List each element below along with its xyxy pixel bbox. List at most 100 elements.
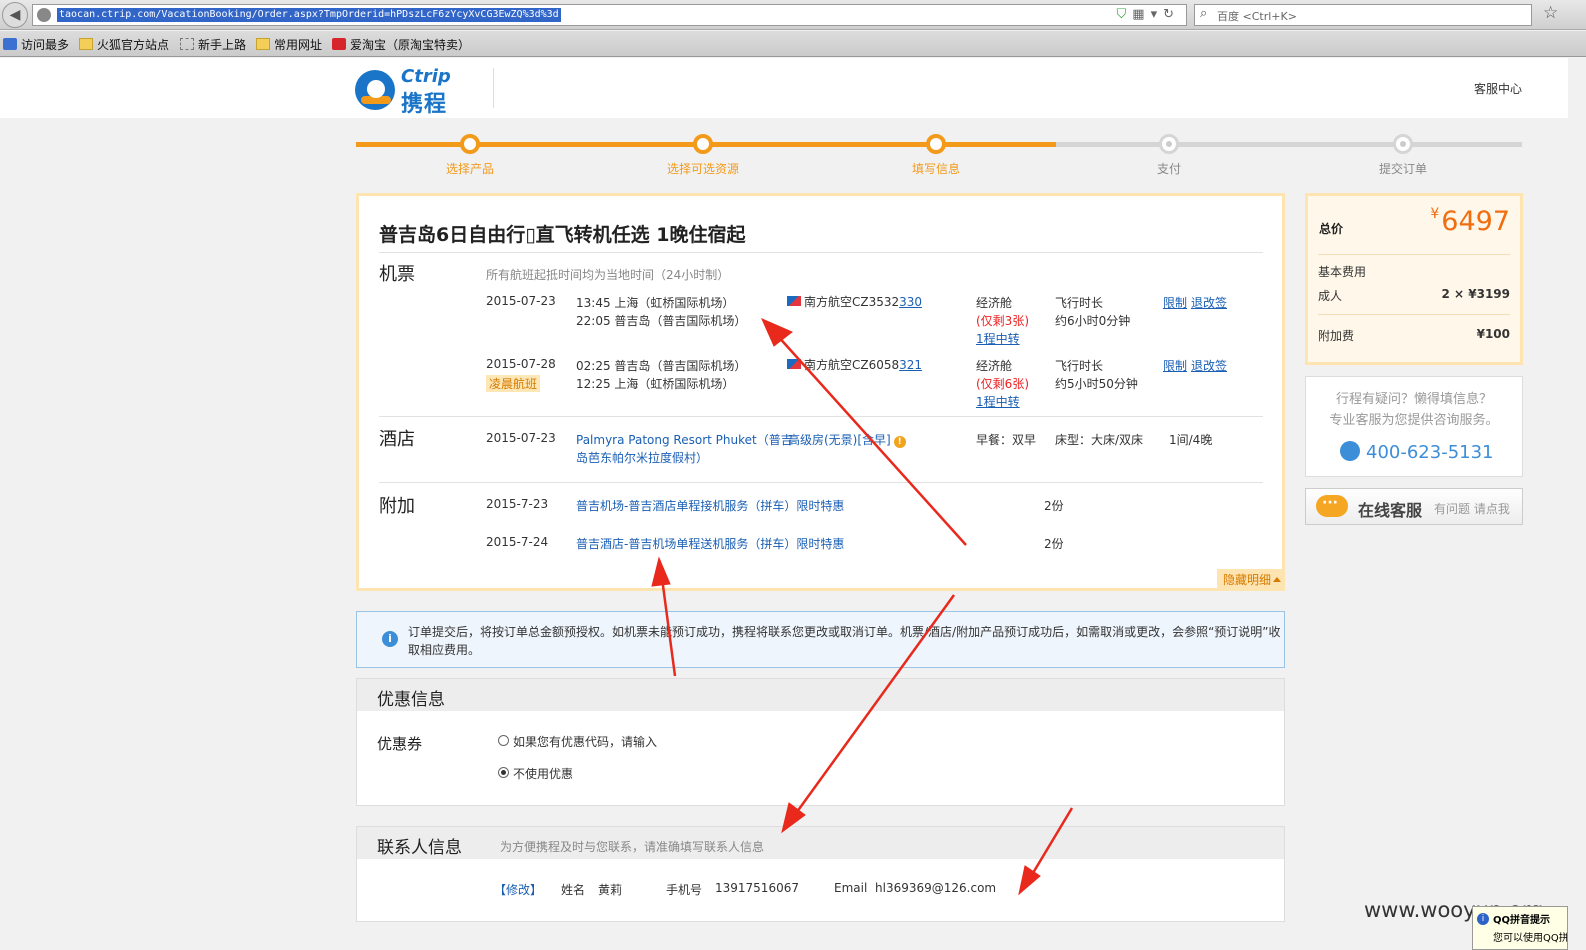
- restriction-link[interactable]: 限制: [1163, 357, 1187, 374]
- extras-section-label: 附加: [379, 496, 415, 517]
- no-coupon-radio[interactable]: [498, 767, 509, 778]
- divider: [379, 252, 1263, 253]
- bookmark-label: 火狐官方站点: [97, 38, 170, 52]
- step-select-product: 选择产品: [410, 134, 530, 177]
- bookmark-item-aitaobao[interactable]: 爱淘宝（原淘宝特卖）: [332, 36, 470, 53]
- help-box: 行程有疑问？懒得填信息？ 专业客服为您提供咨询服务。 400-623-5131: [1305, 376, 1523, 477]
- extra-service-link[interactable]: 普吉酒店-普吉机场单程送机服务（拼车）限时特惠: [576, 535, 844, 552]
- bookmark-item-firefox[interactable]: 火狐官方站点: [79, 36, 169, 53]
- coupon-panel: 优惠信息 优惠券 如果您有优惠代码，请输入 不使用优惠: [356, 678, 1285, 806]
- coupon-label: 优惠券: [377, 735, 423, 753]
- divider: [1318, 314, 1510, 315]
- aircraft-type-link[interactable]: 321: [899, 358, 922, 372]
- refund-change-link[interactable]: 退改签: [1191, 294, 1227, 311]
- step-dot: [693, 134, 713, 154]
- logo-cn: 携程: [401, 92, 448, 117]
- breakfast-info: 早餐：双早: [976, 433, 1037, 447]
- cabin-class: 经济舱: [976, 296, 1013, 310]
- restriction-link[interactable]: 限制: [1163, 294, 1187, 311]
- site-globe-icon: [37, 8, 51, 22]
- step-label: 提交订单: [1378, 162, 1427, 176]
- hotline-number: 400-623-5131: [1366, 442, 1494, 463]
- booking-progress: 选择产品 选择可选资源 填写信息 支付 提交订单: [356, 134, 1522, 177]
- notice-text: 订单提交后，将按订单总金额预授权。如机票未能预订成功，携程将联系您更改或取消订单…: [408, 625, 1281, 657]
- flight-time-note: 所有航班起抵时间均为当地时间（24小时制）: [486, 268, 730, 282]
- help-line: 专业客服为您提供咨询服务。: [1329, 413, 1499, 428]
- chat-bubble-icon: [1316, 495, 1348, 517]
- back-arrow-icon[interactable]: ◀: [2, 2, 28, 28]
- service-center-link[interactable]: 客服中心: [1474, 80, 1522, 97]
- room-type[interactable]: 高级房(无景)[含早]!: [788, 431, 906, 448]
- bookmark-item-common-sites[interactable]: 常用网址: [256, 36, 322, 53]
- dropdown-arrow-icon[interactable]: ▾: [1151, 7, 1164, 22]
- flight-departure: 13:45 上海（虹桥国际机场）: [576, 296, 735, 310]
- folder-icon: [256, 38, 270, 50]
- ime-title: QQ拼音提示: [1493, 915, 1551, 926]
- total-price-value: 6497: [1441, 206, 1510, 237]
- bookmark-label: 爱淘宝（原淘宝特卖）: [350, 38, 471, 52]
- hotline: 400-623-5131: [1340, 441, 1494, 463]
- step-label: 选择可选资源: [666, 162, 739, 176]
- flight-departure: 02:25 普吉岛（普吉国际机场）: [576, 359, 747, 373]
- online-service-sub: 有问题 请点我: [1434, 502, 1510, 516]
- bookmark-item-frequent[interactable]: 访问最多: [3, 36, 69, 53]
- divider: [1318, 254, 1510, 255]
- folder-icon: [79, 38, 93, 50]
- aircraft-type-link[interactable]: 330: [899, 295, 922, 309]
- divider: [379, 482, 1263, 483]
- hotel-name-link[interactable]: Palmyra Patong Resort Phuket（普吉: [576, 431, 793, 448]
- extra-date: 2015-7-24: [486, 535, 549, 549]
- china-southern-icon: [787, 296, 801, 306]
- package-title: 普吉岛6日自由行▯直飞转机任选 1晚住宿起: [379, 224, 746, 246]
- step-dot: [1159, 134, 1179, 154]
- shield-icon[interactable]: ⛉: [1117, 7, 1133, 22]
- browser-search-box[interactable]: ⌕ 百度 <Ctrl+K>: [1194, 4, 1532, 26]
- step-select-resources: 选择可选资源: [643, 134, 763, 177]
- coupon-code-option[interactable]: 如果您有优惠代码，请输入: [513, 733, 657, 750]
- flight-duration: 约5小时50分钟: [1055, 377, 1138, 391]
- ime-tooltip[interactable]: i QQ拼音提示 您可以使用QQ拼: [1472, 906, 1568, 950]
- bookmark-label: 常用网址: [274, 38, 323, 52]
- contact-phone: 13917516067: [715, 881, 799, 895]
- url-text[interactable]: taocan.ctrip.com/VacationBooking/Order.a…: [57, 8, 561, 22]
- bookmark-star-icon[interactable]: ☆: [1543, 3, 1558, 23]
- flight-date: 2015-07-28: [486, 357, 556, 371]
- ctrip-logo[interactable]: Ctrip 携程: [355, 64, 473, 117]
- transfer-link[interactable]: 1程中转: [976, 330, 1020, 347]
- step-submit-order: 提交订单: [1343, 134, 1463, 177]
- help-text: 行程有疑问？懒得填信息？ 专业客服为您提供咨询服务。: [1306, 389, 1522, 431]
- flight-duration: 约6小时0分钟: [1055, 314, 1131, 328]
- edit-contact-link[interactable]: 【修改】: [494, 881, 542, 898]
- preauth-notice: i 订单提交后，将按订单总金额预授权。如机票未能预订成功，携程将联系您更改或取消…: [356, 611, 1285, 668]
- hide-details-button[interactable]: 隐藏明细: [1216, 569, 1285, 591]
- search-icon: ⌕: [1200, 6, 1208, 21]
- online-service-button[interactable]: 在线客服 有问题 请点我: [1305, 488, 1523, 525]
- transfer-link[interactable]: 1程中转: [976, 393, 1020, 410]
- adult-label: 成人: [1318, 289, 1343, 303]
- bookmark-item-getting-started[interactable]: 新手上路: [180, 36, 246, 53]
- qr-code-icon[interactable]: ▦: [1132, 7, 1150, 22]
- adult-price: 2 × ¥3199: [1441, 287, 1510, 301]
- phone-icon: [1340, 441, 1360, 461]
- contact-panel: 联系人信息 为方便携程及时与您联系，请准确填写联系人信息 【修改】 姓名 黄莉 …: [356, 826, 1285, 922]
- extra-quantity: 2份: [1044, 537, 1064, 551]
- reload-icon[interactable]: ↻: [1163, 7, 1180, 22]
- extra-service-link[interactable]: 普吉机场-普吉酒店单程接机服务（拼车）限时特惠: [576, 497, 844, 514]
- divider: [379, 416, 1263, 417]
- hotel-section-label: 酒店: [379, 429, 415, 450]
- step-payment: 支付: [1109, 134, 1229, 177]
- frequent-icon: [3, 38, 17, 50]
- address-bar[interactable]: taocan.ctrip.com/VacationBooking/Order.a…: [32, 4, 1187, 26]
- refund-change-link[interactable]: 退改签: [1191, 357, 1227, 374]
- hotel-name-link-line2[interactable]: 岛芭东帕尔米拉度假村）: [576, 449, 708, 466]
- no-coupon-option[interactable]: 不使用优惠: [513, 765, 573, 782]
- info-warning-icon[interactable]: !: [893, 436, 906, 448]
- coupon-code-radio[interactable]: [498, 735, 509, 746]
- search-placeholder: 百度 <Ctrl+K>: [1217, 10, 1297, 23]
- surcharge-label: 附加费: [1318, 329, 1355, 343]
- panel-header: 优惠信息: [357, 679, 1284, 711]
- contact-panel-title: 联系人信息: [377, 838, 462, 858]
- panel-header: 联系人信息 为方便携程及时与您联系，请准确填写联系人信息: [357, 827, 1284, 859]
- online-service-label: 在线客服: [1358, 501, 1423, 520]
- bookmark-label: 访问最多: [21, 38, 70, 52]
